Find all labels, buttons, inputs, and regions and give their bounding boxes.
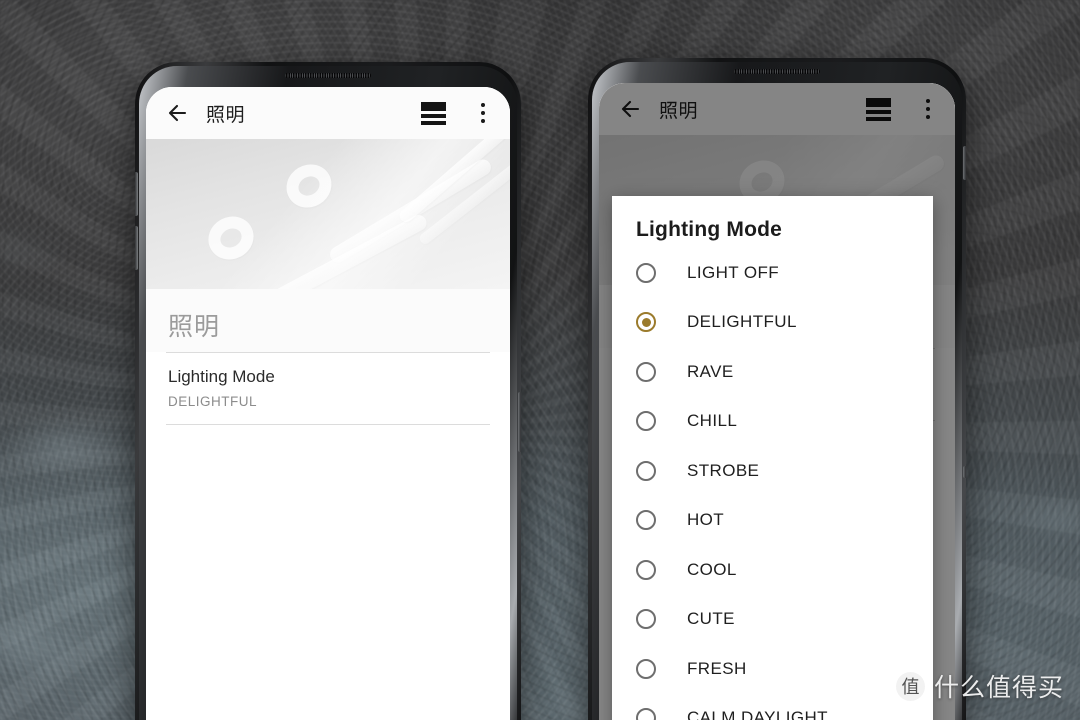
radio-option-row[interactable]: CUTE xyxy=(612,595,933,645)
dialog-title: Lighting Mode xyxy=(636,218,783,241)
radio-option-row[interactable]: COOL xyxy=(612,545,933,595)
screenshot-stage: 照明 照明 Lighting Mode DELIGHTFUL 照明 Lighti… xyxy=(0,0,1080,720)
radio-option-row[interactable]: RAVE xyxy=(612,347,933,397)
radio-option-label: RAVE xyxy=(687,361,734,381)
list-item-subtitle: DELIGHTFUL xyxy=(168,394,258,409)
list-bars-icon-right[interactable] xyxy=(866,97,891,121)
radio-option-label: LIGHT OFF xyxy=(687,262,780,282)
phone-right-screen: 照明 照明 xyxy=(599,83,955,720)
radio-button-unchecked-icon[interactable] xyxy=(636,708,656,720)
app-bar: 照明 xyxy=(146,87,510,139)
radio-button-unchecked-icon[interactable] xyxy=(636,411,656,432)
radio-option-label: CALM DAYLIGHT xyxy=(687,708,828,720)
power-button-right[interactable] xyxy=(963,146,966,180)
side-accent-right xyxy=(963,466,966,478)
app-bar-right: 照明 xyxy=(599,83,955,135)
hero-gloss-overlay xyxy=(146,139,510,289)
app-bar-title-right: 照明 xyxy=(659,99,699,122)
radio-option-row[interactable]: LIGHT OFF xyxy=(612,248,933,298)
radio-button-unchecked-icon[interactable] xyxy=(636,460,656,481)
radio-option-row[interactable]: FRESH xyxy=(612,644,933,694)
app-bar-title: 照明 xyxy=(206,103,246,126)
back-icon[interactable] xyxy=(164,100,190,126)
lighting-mode-dialog: Lighting Mode LIGHT OFF DELIGHTFUL RAVE CHI… xyxy=(612,196,933,720)
radio-option-label: HOT xyxy=(687,510,725,530)
radio-button-checked-icon[interactable] xyxy=(636,312,656,333)
earpiece-speaker-icon xyxy=(285,73,371,78)
radio-button-unchecked-icon[interactable] xyxy=(636,262,656,283)
list-bars-icon[interactable] xyxy=(421,101,446,125)
radio-button-unchecked-icon[interactable] xyxy=(636,361,656,382)
list-item-title: Lighting Mode xyxy=(168,367,275,386)
lighting-settings-screen: 照明 照明 Lighting Mode DELIGHTFUL xyxy=(146,87,510,720)
radio-option-label: STROBE xyxy=(687,460,760,480)
radio-option-row[interactable]: STROBE xyxy=(612,446,933,496)
list-item-lighting-mode[interactable]: Lighting Mode DELIGHTFUL xyxy=(146,353,510,424)
radio-option-row[interactable]: DELIGHTFUL xyxy=(612,298,933,348)
earpiece-speaker-icon-right xyxy=(734,69,820,74)
back-icon-right[interactable] xyxy=(617,96,643,122)
radio-option-row[interactable]: CALM DAYLIGHT xyxy=(612,694,933,720)
volume-down-button[interactable] xyxy=(135,226,138,270)
radio-button-unchecked-icon[interactable] xyxy=(636,510,656,531)
radio-option-label: DELIGHTFUL xyxy=(687,312,797,332)
radio-button-unchecked-icon[interactable] xyxy=(636,559,656,580)
radio-option-row[interactable]: CHILL xyxy=(612,397,933,447)
radio-button-unchecked-icon[interactable] xyxy=(636,609,656,630)
more-vertical-icon-right[interactable] xyxy=(917,97,939,121)
radio-option-row[interactable]: HOT xyxy=(612,496,933,546)
radio-options-list: LIGHT OFF DELIGHTFUL RAVE CHILL STROBE HOT COO… xyxy=(612,248,933,720)
radio-option-label: FRESH xyxy=(687,658,747,678)
hero-banner xyxy=(146,139,510,289)
radio-button-unchecked-icon[interactable] xyxy=(636,658,656,679)
power-button[interactable] xyxy=(518,392,521,452)
radio-option-label: CUTE xyxy=(687,609,735,629)
section-header: 照明 xyxy=(146,289,510,352)
phone-left-screen: 照明 照明 Lighting Mode DELIGHTFUL xyxy=(146,87,510,720)
section-divider-bottom xyxy=(166,424,490,425)
radio-option-label: COOL xyxy=(687,559,737,579)
phone-left: 照明 照明 Lighting Mode DELIGHTFUL xyxy=(135,62,521,720)
phone-right: 照明 照明 xyxy=(588,58,966,720)
more-vertical-icon[interactable] xyxy=(472,101,494,125)
radio-option-label: CHILL xyxy=(687,411,738,431)
volume-up-button[interactable] xyxy=(135,172,138,216)
